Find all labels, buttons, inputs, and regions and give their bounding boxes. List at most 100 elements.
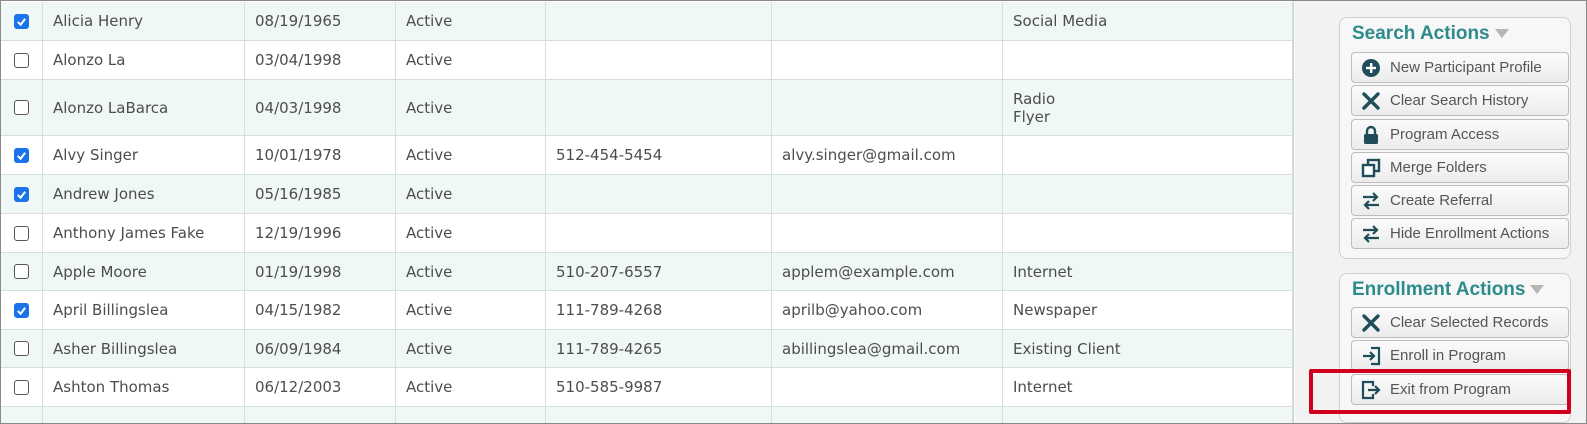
table-row[interactable]: Apple Moore 01/19/1998 Active 510-207-6557 a…	[0, 253, 1293, 291]
search-actions-title[interactable]: Search Actions	[1352, 23, 1509, 45]
participant-name[interactable]: Andrew Jones	[43, 175, 245, 213]
table-row[interactable]: April Billingslea 04/15/1982 Active 111-789…	[0, 291, 1293, 330]
phone-number	[546, 2, 772, 40]
date-of-birth: 03/04/1998	[245, 41, 396, 79]
clear-search-history-button[interactable]: Clear Search History	[1351, 85, 1569, 116]
phone-number	[546, 175, 772, 213]
participant-name[interactable]: Ashton Thomas	[43, 368, 245, 406]
clear-selected-records-button[interactable]: Clear Selected Records	[1351, 307, 1569, 338]
email-address	[772, 214, 1003, 252]
phone-number	[546, 41, 772, 79]
row-select-cell[interactable]	[0, 407, 43, 424]
table-row[interactable]: Asher Billingslea 06/09/1984 Active 111-789…	[0, 330, 1293, 368]
participant-name[interactable]: Anthony James Fake	[43, 214, 245, 252]
enrollment-status: Active	[396, 214, 546, 252]
row-checkbox[interactable]	[13, 379, 29, 395]
row-select-cell[interactable]	[0, 136, 43, 174]
participant-name[interactable]: Alicia Henry	[43, 2, 245, 40]
new-participant-profile-button[interactable]: New Participant Profile	[1351, 52, 1569, 83]
caret-down-icon	[1530, 285, 1545, 295]
date-of-birth: 04/03/1998	[245, 80, 396, 135]
merge-icon	[1360, 157, 1382, 179]
enrollment-status: Active	[396, 2, 546, 40]
enrollment-status: Active	[396, 41, 546, 79]
date-of-birth: 06/09/1984	[245, 330, 396, 367]
referral-source: Internet	[1003, 253, 1293, 290]
date-of-birth: 05/16/1985	[245, 175, 396, 213]
enrollment-status: Active	[396, 291, 546, 329]
row-select-cell[interactable]	[0, 253, 43, 290]
table-row[interactable]: Alonzo La 03/04/1998 Active	[0, 41, 1293, 80]
participant-name[interactable]: April Billingslea	[43, 291, 245, 329]
referral-source-item: Existing Client	[1013, 339, 1121, 358]
referral-source	[1003, 175, 1293, 213]
email-address: aprilb@yahoo.com	[772, 291, 1003, 329]
row-select-cell[interactable]	[0, 41, 43, 79]
row-checkbox[interactable]	[13, 147, 29, 163]
arrows-exchange-icon	[1360, 223, 1382, 245]
table-row[interactable]: Alonzo LaBarca 04/03/1998 Active Radio Flyer	[0, 80, 1293, 136]
program-access-button[interactable]: Program Access	[1351, 119, 1569, 150]
phone-number: 512-454-5454	[546, 136, 772, 174]
row-select-cell[interactable]	[0, 214, 43, 252]
row-select-cell[interactable]	[0, 291, 43, 329]
referral-source	[1003, 214, 1293, 252]
phone-number	[546, 214, 772, 252]
row-checkbox[interactable]	[13, 225, 29, 241]
table-row[interactable]: Andrew Jones 05/16/1985 Active	[0, 175, 1293, 214]
referral-source-item: Internet	[1013, 262, 1073, 281]
x-icon	[1360, 90, 1382, 112]
phone-number	[546, 407, 772, 424]
participant-name[interactable]	[43, 407, 245, 424]
referral-source: Internet	[1003, 368, 1293, 406]
enroll-in-program-button[interactable]: Enroll in Program	[1351, 340, 1569, 371]
create-referral-button[interactable]: Create Referral	[1351, 185, 1569, 216]
row-checkbox[interactable]	[13, 100, 29, 115]
caret-down-icon	[1494, 29, 1509, 39]
table-row[interactable]: Alvy Singer 10/01/1978 Active 512-454-5454 a…	[0, 136, 1293, 175]
date-of-birth: 06/12/2003	[245, 368, 396, 406]
merge-folders-button[interactable]: Merge Folders	[1351, 152, 1569, 183]
table-row[interactable]: Alicia Henry 08/19/1965 Active Social Media	[0, 2, 1293, 41]
arrows-exchange-icon	[1360, 190, 1382, 212]
referral-source	[1003, 407, 1293, 424]
enrollment-status: Active	[396, 80, 546, 135]
email-address	[772, 41, 1003, 79]
participant-name[interactable]: Asher Billingslea	[43, 330, 245, 367]
referral-source-item: Radio	[1013, 89, 1056, 108]
row-select-cell[interactable]	[0, 330, 43, 367]
hide-enrollment-actions-button[interactable]: Hide Enrollment Actions	[1351, 218, 1569, 249]
email-address	[772, 2, 1003, 40]
table-row[interactable]: Ashton Thomas 06/12/2003 Active 510-585-998…	[0, 368, 1293, 407]
referral-source: Radio Flyer	[1003, 80, 1293, 135]
referral-source: Existing Client	[1003, 330, 1293, 367]
date-of-birth: 08/19/1965	[245, 2, 396, 40]
row-checkbox[interactable]	[13, 52, 29, 68]
referral-source-item: Internet	[1013, 378, 1073, 396]
row-select-cell[interactable]	[0, 368, 43, 406]
row-checkbox[interactable]	[13, 264, 29, 279]
row-checkbox[interactable]	[13, 302, 29, 318]
email-address: applem@example.com	[772, 253, 1003, 290]
enrollment-actions-title[interactable]: Enrollment Actions	[1352, 279, 1545, 301]
table-row[interactable]: Anthony James Fake 12/19/1996 Active	[0, 214, 1293, 253]
participant-name[interactable]: Apple Moore	[43, 253, 245, 290]
email-address	[772, 368, 1003, 406]
row-checkbox[interactable]	[13, 186, 29, 202]
referral-source-item: Newspaper	[1013, 301, 1098, 319]
participant-table: Alicia Henry 08/19/1965 Active Social Media…	[0, 0, 1294, 424]
row-select-cell[interactable]	[0, 2, 43, 40]
row-select-cell[interactable]	[0, 80, 43, 135]
table-row[interactable]	[0, 407, 1293, 424]
row-select-cell[interactable]	[0, 175, 43, 213]
row-checkbox[interactable]	[13, 341, 29, 356]
enrollment-status: Active	[396, 330, 546, 367]
participant-name[interactable]: Alonzo La	[43, 41, 245, 79]
participant-name[interactable]: Alvy Singer	[43, 136, 245, 174]
x-icon	[1360, 312, 1382, 334]
referral-source	[1003, 41, 1293, 79]
participant-name[interactable]: Alonzo LaBarca	[43, 80, 245, 135]
phone-number	[546, 80, 772, 135]
row-checkbox[interactable]	[13, 13, 29, 29]
date-of-birth: 12/19/1996	[245, 214, 396, 252]
